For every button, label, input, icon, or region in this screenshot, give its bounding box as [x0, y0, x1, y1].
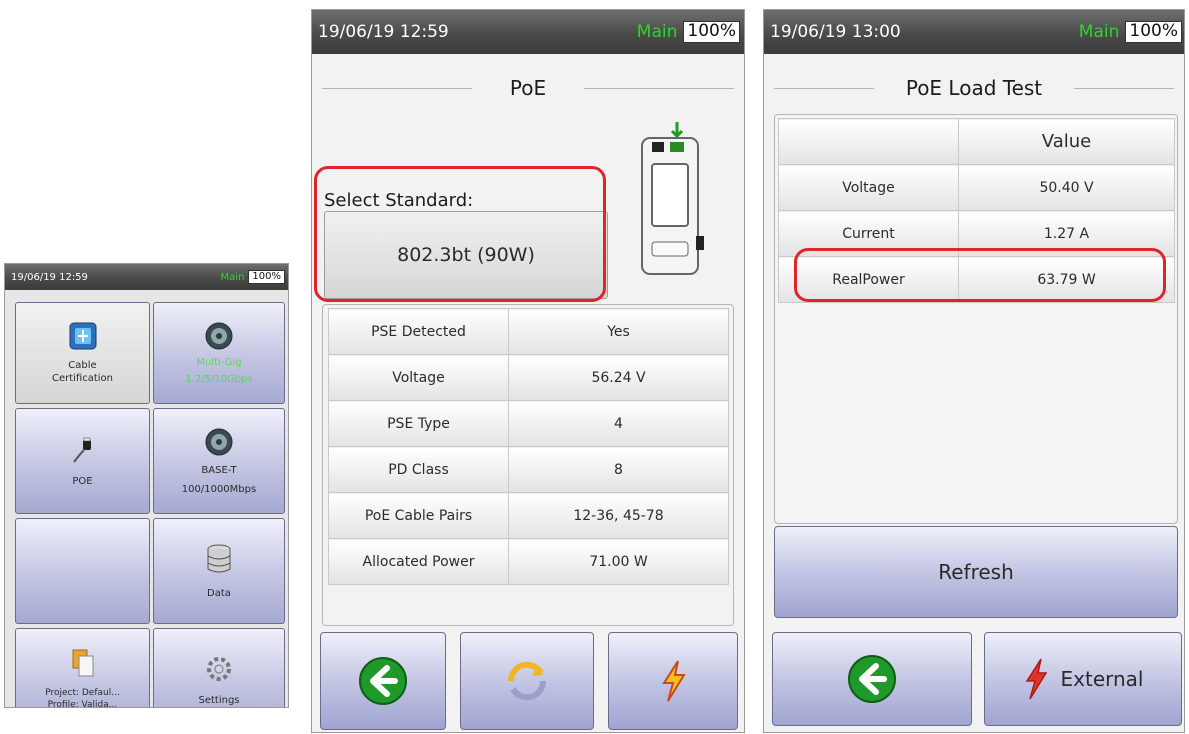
tester-device-icon	[641, 122, 704, 275]
title-rule-left	[774, 88, 874, 89]
status-mode: Main	[1078, 22, 1120, 42]
row-label: PSE Detected	[328, 308, 509, 355]
row-value: 50.40 V	[958, 164, 1175, 211]
refresh-label: Refresh	[938, 560, 1014, 584]
poe-body: PoE Select Standard: 802.3bt (90W) PSE D…	[312, 54, 744, 732]
row-label: PoE Cable Pairs	[328, 492, 509, 539]
table-header-row: Value	[778, 118, 1175, 165]
back-button[interactable]	[320, 632, 446, 730]
documents-icon	[72, 649, 93, 677]
table-row: Voltage 50.40 V	[778, 164, 1175, 211]
row-label: Voltage	[328, 354, 509, 401]
refresh-button[interactable]: Refresh	[774, 526, 1178, 618]
tile-label: Cable Certification	[51, 360, 114, 384]
status-bar: 19/06/19 12:59 Main 100%	[5, 264, 288, 290]
tile-sublabel: 100/1000Mbps	[181, 484, 257, 495]
tile-sublabel: 1.2/5/10Gbps	[185, 374, 253, 385]
cable-certification-icon	[69, 322, 96, 350]
row-value: 12-36, 45-78	[508, 492, 729, 539]
standard-highlight	[314, 166, 606, 302]
page-title: PoE	[501, 76, 555, 100]
table-row: PD Class 8	[328, 446, 729, 493]
header-label	[778, 118, 959, 165]
external-label: External	[1060, 667, 1144, 691]
lightning-icon	[662, 660, 686, 702]
gear-icon	[207, 656, 231, 681]
back-arrow-icon	[359, 657, 407, 705]
load-test-body: PoE Load Test Value Voltage 50.40 V Curre…	[764, 54, 1184, 732]
battery-indicator: 100%	[248, 270, 285, 284]
base-t-icon	[205, 428, 233, 456]
header-value: Value	[958, 118, 1175, 165]
table-row: Allocated Power 71.00 W	[328, 538, 729, 585]
multi-gig-tile[interactable]: Multi-Gig 1.2/5/10Gbps	[153, 302, 285, 404]
row-label: Voltage	[778, 164, 959, 211]
status-mode: Main	[636, 22, 678, 42]
tile-label: Project: Defaul... Profile: Valida...	[45, 688, 120, 708]
status-time: 19/06/19 13:00	[770, 22, 901, 42]
realpower-highlight	[794, 248, 1166, 302]
row-value: Yes	[508, 308, 729, 355]
cable-certification-tile[interactable]: Cable Certification	[15, 302, 150, 404]
row-label: PSE Type	[328, 400, 509, 447]
home-screen: 19/06/19 12:59 Main 100% Cable Certifica…	[4, 263, 289, 708]
tile-label: Multi-Gig	[196, 357, 242, 368]
page-title: PoE Load Test	[897, 76, 1051, 100]
table-row: Voltage 56.24 V	[328, 354, 729, 401]
refresh-button[interactable]	[460, 632, 594, 730]
status-bar: 19/06/19 13:00 Main 100%	[764, 10, 1184, 54]
empty-tile[interactable]	[15, 518, 150, 624]
title-rule-right	[584, 88, 734, 89]
poe-tile[interactable]: POE	[15, 408, 150, 514]
multi-gig-icon	[205, 322, 233, 350]
table-row: PoE Cable Pairs 12-36, 45-78	[328, 492, 729, 539]
table-row: PSE Type 4	[328, 400, 729, 447]
row-value: 8	[508, 446, 729, 493]
back-button[interactable]	[772, 632, 972, 726]
poe-results-table: PSE Detected Yes Voltage 56.24 V PSE Type 4…	[328, 308, 729, 585]
row-value: 4	[508, 400, 729, 447]
row-value: 71.00 W	[508, 538, 729, 585]
row-value: 56.24 V	[508, 354, 729, 401]
poe-screen: 19/06/19 12:59 Main 100% PoE Select Stan…	[311, 9, 745, 733]
external-power-button[interactable]	[608, 632, 738, 730]
tile-label: POE	[72, 475, 93, 487]
battery-indicator: 100%	[1125, 21, 1182, 43]
title-rule-left	[322, 88, 472, 89]
row-label: PD Class	[328, 446, 509, 493]
settings-tile[interactable]: Settings	[153, 628, 285, 707]
base-t-tile[interactable]: BASE-T 100/1000Mbps	[153, 408, 285, 514]
battery-indicator: 100%	[683, 21, 740, 43]
table-row: PSE Detected Yes	[328, 308, 729, 355]
data-tile[interactable]: Data	[153, 518, 285, 624]
refresh-icon	[507, 661, 547, 701]
row-label: Allocated Power	[328, 538, 509, 585]
status-bar: 19/06/19 12:59 Main 100%	[312, 10, 744, 54]
title-rule-right	[1074, 88, 1174, 89]
database-icon	[207, 544, 231, 572]
external-button[interactable]: External	[984, 632, 1182, 726]
status-mode: Main	[220, 271, 245, 283]
poe-load-test-screen: 19/06/19 13:00 Main 100% PoE Load Test V…	[763, 9, 1185, 733]
poe-plug-icon	[72, 437, 91, 463]
lightning-icon	[1025, 658, 1047, 700]
project-profile-tile[interactable]: Project: Defaul... Profile: Valida...	[15, 628, 150, 708]
tile-label: BASE-T	[201, 465, 237, 476]
tile-grid: Cable Certification Multi-Gig 1.2/5/10Gb…	[5, 290, 288, 707]
back-arrow-icon	[848, 655, 896, 703]
tile-label: Settings	[198, 694, 240, 706]
tile-label: Data	[207, 587, 231, 599]
status-time: 19/06/19 12:59	[11, 271, 88, 283]
status-time: 19/06/19 12:59	[318, 22, 449, 42]
